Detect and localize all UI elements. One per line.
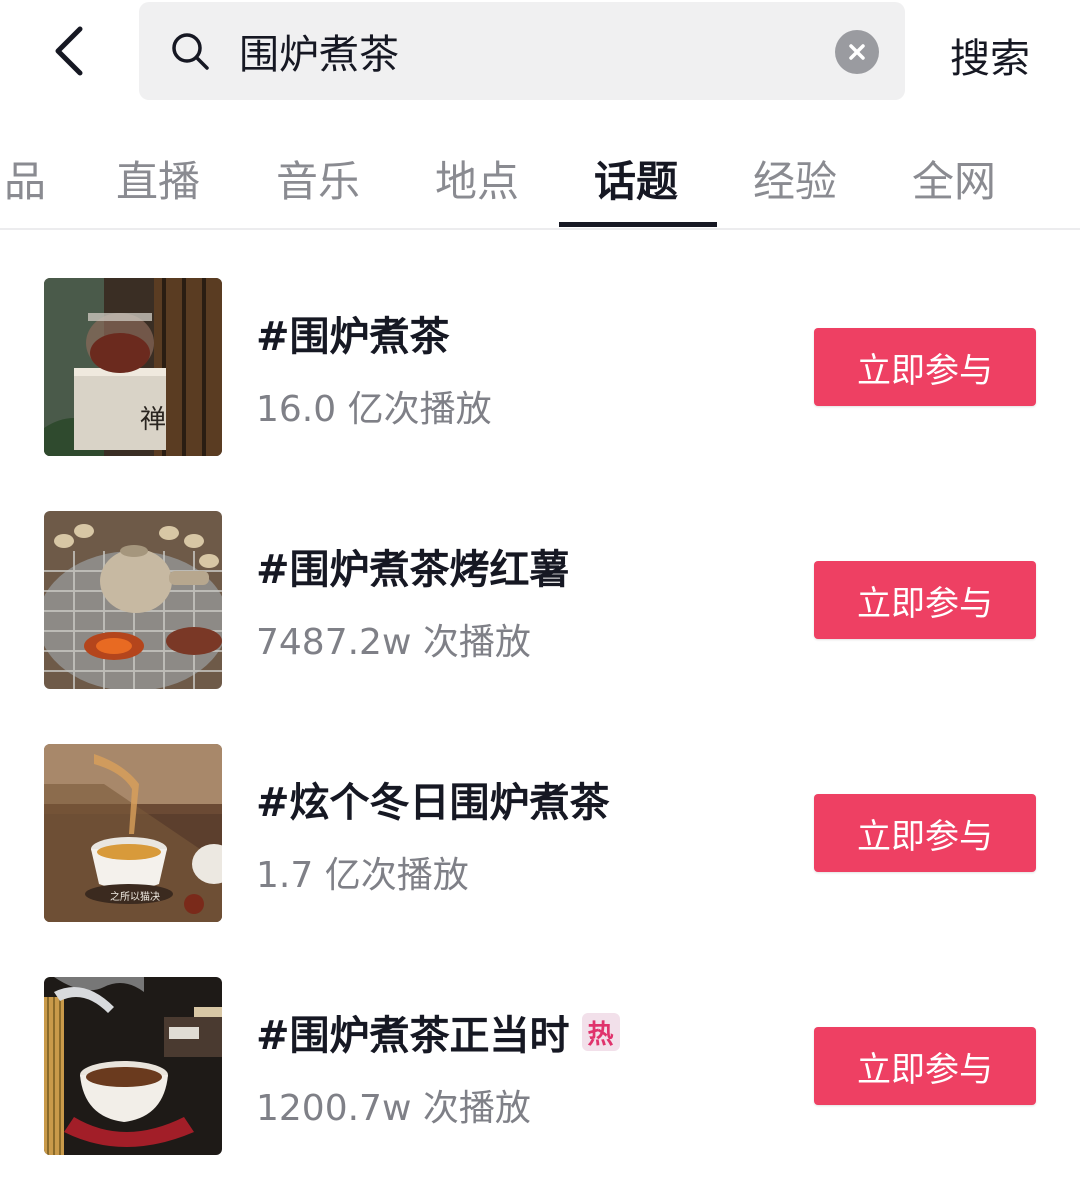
chevron-left-icon	[55, 26, 83, 76]
topic-title-line: #围炉煮茶正当时 热	[256, 1003, 620, 1061]
topic-thumbnail: 之所以猫决	[44, 744, 222, 922]
topic-thumbnail	[44, 511, 222, 689]
tab-topics[interactable]: 话题	[594, 148, 678, 209]
join-topic-button[interactable]: 立即参与	[814, 328, 1036, 406]
top-bar: 搜索	[0, 0, 1080, 110]
join-topic-button[interactable]: 立即参与	[814, 561, 1036, 639]
join-topic-button[interactable]: 立即参与	[814, 794, 1036, 872]
category-tabs: 品 直播 音乐 地点 话题 经验 全网	[0, 118, 1080, 230]
tab-location[interactable]: 地点	[435, 148, 519, 209]
search-icon	[172, 33, 209, 70]
active-tab-indicator	[559, 222, 717, 227]
topic-thumbnail	[44, 977, 222, 1155]
tab-music[interactable]: 音乐	[276, 148, 360, 209]
tab-products[interactable]: 品	[4, 148, 46, 209]
topic-row[interactable]: #围炉煮茶正当时 热 1200.7w 次播放 立即参与	[0, 929, 1080, 1161]
search-button[interactable]: 搜索	[950, 26, 1030, 84]
join-topic-button[interactable]: 立即参与	[814, 1027, 1036, 1105]
topic-row[interactable]: 之所以猫决 #炫个冬日围炉煮茶 1.7 亿次播放 立即参与	[0, 696, 1080, 928]
topic-row[interactable]: #围炉煮茶烤红薯 7487.2w 次播放 立即参与	[0, 463, 1080, 695]
topic-title-line: #围炉煮茶	[256, 304, 450, 362]
topic-thumbnail: 禅	[44, 278, 222, 456]
thumbnail-caption: 之所以猫决	[110, 890, 160, 903]
play-count: 1200.7w 次播放	[256, 1088, 531, 1129]
hot-badge: 热	[581, 1013, 620, 1051]
tab-live[interactable]: 直播	[116, 148, 200, 209]
clear-search-button[interactable]	[835, 30, 879, 74]
topic-title: #围炉煮茶烤红薯	[256, 547, 570, 593]
close-icon	[849, 44, 865, 60]
back-button[interactable]	[40, 18, 100, 84]
tab-experience[interactable]: 经验	[753, 148, 837, 209]
topic-title: #炫个冬日围炉煮茶	[256, 780, 610, 826]
topic-title: #围炉煮茶	[256, 314, 450, 360]
topic-row[interactable]: 禅 #围炉煮茶 16.0 亿次播放 立即参与	[0, 230, 1080, 462]
topic-title: #围炉煮茶正当时	[256, 1013, 570, 1059]
topic-title-line: #炫个冬日围炉煮茶	[256, 770, 610, 828]
search-input[interactable]	[239, 2, 799, 100]
svg-text:禅: 禅	[140, 405, 166, 435]
play-count: 16.0 亿次播放	[256, 389, 492, 430]
topic-title-line: #围炉煮茶烤红薯	[256, 537, 570, 595]
play-count: 1.7 亿次播放	[256, 855, 469, 896]
play-count: 7487.2w 次播放	[256, 622, 531, 663]
tab-all-web[interactable]: 全网	[912, 148, 996, 209]
search-box[interactable]	[139, 2, 905, 100]
